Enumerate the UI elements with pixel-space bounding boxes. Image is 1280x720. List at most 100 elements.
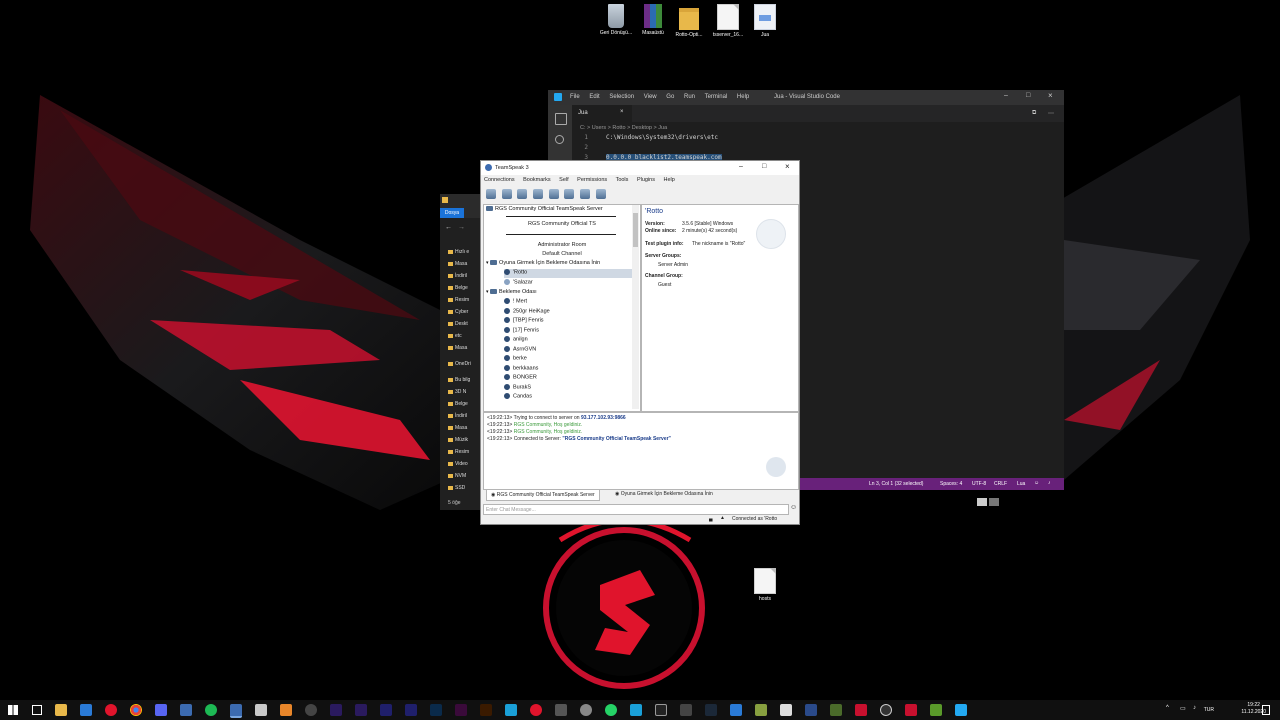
- whatsapp-taskbar-icon[interactable]: [605, 704, 617, 716]
- vscode-titlebar[interactable]: File Edit Selection View Go Run Terminal…: [548, 90, 1064, 105]
- server-log[interactable]: <19:22:13> Trying to connect to server o…: [483, 412, 799, 490]
- client-row[interactable]: [17] Fenris: [504, 327, 539, 336]
- file-explorer-taskbar-icon[interactable]: [55, 704, 67, 716]
- teamspeak-titlebar[interactable]: TeamSpeak 3 – □ ×: [481, 161, 799, 175]
- client-row[interactable]: 'Salazar: [504, 279, 533, 288]
- notifications-icon[interactable]: [1262, 705, 1270, 715]
- client-row[interactable]: berkkaans: [504, 365, 538, 374]
- vscode-taskbar-icon[interactable]: [955, 704, 967, 716]
- media-encoder-taskbar-icon[interactable]: [405, 704, 417, 716]
- app-taskbar-icon[interactable]: [680, 704, 692, 716]
- nav-item[interactable]: etc: [448, 333, 462, 339]
- mute-microphone-icon[interactable]: [517, 189, 528, 199]
- status-cursor-position[interactable]: Ln 3, Col 1 (32 selected): [869, 481, 923, 487]
- server-row[interactable]: RGS Community Official TeamSpeak Server: [486, 206, 603, 215]
- chat-icon[interactable]: [564, 189, 575, 199]
- menu-plugins[interactable]: Plugins: [637, 177, 655, 183]
- maximize-icon[interactable]: □: [762, 163, 766, 170]
- menu-connections[interactable]: Connections: [484, 177, 515, 183]
- client-row[interactable]: BONGER: [504, 374, 537, 383]
- app-taskbar-icon[interactable]: [255, 704, 267, 716]
- app-taskbar-icon[interactable]: [180, 704, 192, 716]
- input-language[interactable]: TUR: [1204, 707, 1214, 713]
- client-row[interactable]: BurakS: [504, 384, 531, 393]
- tab-close-icon[interactable]: ×: [620, 109, 624, 115]
- tab-channel-chat[interactable]: ◉ Oyuna Girmek İçin Bekleme Odasına İnin: [611, 489, 717, 499]
- desktop-icon-tsserver[interactable]: tsserver_16...: [708, 4, 748, 39]
- menu-bookmarks[interactable]: Bookmarks: [523, 177, 551, 183]
- after-effects-taskbar-icon[interactable]: [330, 704, 342, 716]
- windows-start-icon[interactable]: [8, 705, 18, 715]
- app-taskbar-icon[interactable]: [505, 704, 517, 716]
- app-taskbar-icon[interactable]: [880, 704, 892, 716]
- nav-item[interactable]: Belge: [448, 285, 468, 291]
- nav-item[interactable]: Müzik: [448, 437, 468, 443]
- editor-tab-jua[interactable]: Jua ×: [572, 105, 632, 122]
- desktop-icon-recycle-bin[interactable]: Geri Dönüşü...: [596, 4, 636, 37]
- unreal-taskbar-icon[interactable]: [655, 704, 667, 716]
- app-taskbar-icon[interactable]: [755, 704, 767, 716]
- nav-item[interactable]: 3D N: [448, 389, 466, 395]
- desktop-icon-jua[interactable]: Jua: [745, 4, 785, 39]
- default-channel[interactable]: Default Channel: [484, 251, 640, 257]
- menu-tools[interactable]: Tools: [616, 177, 629, 183]
- scrollbar-thumb[interactable]: [633, 213, 638, 247]
- close-icon[interactable]: ×: [1048, 91, 1053, 100]
- more-actions-icon[interactable]: ⋯: [1048, 110, 1054, 117]
- status-encoding[interactable]: UTF-8: [972, 481, 986, 487]
- client-row[interactable]: ! Mert: [504, 298, 527, 307]
- minimize-icon[interactable]: –: [739, 163, 743, 170]
- menu-terminal[interactable]: Terminal: [705, 94, 728, 100]
- nav-item[interactable]: Belge: [448, 401, 468, 407]
- explorer-icon[interactable]: [555, 113, 567, 125]
- nav-item[interactable]: İndiril: [448, 413, 467, 419]
- app-taskbar-icon[interactable]: [805, 704, 817, 716]
- nav-item[interactable]: Cyber: [448, 309, 468, 315]
- file-explorer-window[interactable]: Dosya ← → Hızlı e Masa İndiril Belge Res…: [440, 194, 482, 510]
- status-eol[interactable]: CRLF: [994, 481, 1007, 487]
- steam-taskbar-icon[interactable]: [705, 704, 717, 716]
- photoshop-taskbar-icon[interactable]: [430, 704, 442, 716]
- network-icon[interactable]: ▭: [1180, 705, 1186, 712]
- menu-permissions[interactable]: Permissions: [577, 177, 607, 183]
- emoji-icon[interactable]: ☺: [790, 504, 797, 511]
- illustrator-taskbar-icon[interactable]: [480, 704, 492, 716]
- client-row[interactable]: 250gr HeiKage: [504, 308, 550, 317]
- client-row[interactable]: berke: [504, 355, 527, 364]
- client-row[interactable]: anilgn: [504, 336, 528, 345]
- status-indentation[interactable]: Spaces: 4: [940, 481, 962, 487]
- desktop-icon-masaustu[interactable]: Masaüstü: [633, 4, 673, 37]
- nav-item[interactable]: Deskt: [448, 321, 468, 327]
- app-taskbar-icon[interactable]: [730, 704, 742, 716]
- nav-item[interactable]: SSD: [448, 485, 465, 491]
- audition-taskbar-icon[interactable]: [380, 704, 392, 716]
- tab-server-chat[interactable]: ◉ RGS Community Official TeamSpeak Serve…: [486, 489, 600, 501]
- app-taskbar-icon[interactable]: [780, 704, 792, 716]
- contacts-icon[interactable]: [580, 189, 591, 199]
- nav-item[interactable]: NVM: [448, 473, 466, 479]
- disconnect-icon[interactable]: [501, 189, 512, 199]
- whisper-icon[interactable]: [595, 189, 606, 199]
- task-view-icon[interactable]: [32, 705, 42, 715]
- split-editor-icon[interactable]: ⧉: [1032, 110, 1036, 117]
- nav-item[interactable]: Masa: [448, 345, 467, 351]
- app-taskbar-icon[interactable]: [580, 704, 592, 716]
- discord-taskbar-icon[interactable]: [155, 704, 167, 716]
- client-row[interactable]: Candas: [504, 393, 532, 402]
- menu-selection[interactable]: Selection: [609, 94, 634, 100]
- chrome-taskbar-icon[interactable]: [130, 704, 142, 716]
- tiles-view-icon[interactable]: [989, 498, 999, 506]
- connect-icon[interactable]: [486, 189, 496, 199]
- administrator-room-channel[interactable]: Administrator Room: [484, 242, 640, 248]
- xd-taskbar-icon[interactable]: [455, 704, 467, 716]
- chevron-up-icon[interactable]: ^: [1166, 705, 1169, 711]
- breadcrumb[interactable]: C: > Users > Rotto > Desktop > Jua: [580, 125, 667, 131]
- desktop-icon-rotto-opti[interactable]: Rotto-Opti...: [669, 4, 709, 39]
- app-taskbar-icon[interactable]: [105, 704, 117, 716]
- nav-item[interactable]: Video: [448, 461, 468, 467]
- minimize-icon[interactable]: –: [1004, 92, 1008, 99]
- channel-row[interactable]: ▾ Bekleme Odası: [486, 289, 537, 298]
- volume-icon[interactable]: ♪: [1193, 705, 1196, 711]
- mail-taskbar-icon[interactable]: [80, 704, 92, 716]
- ribbon-tab-file[interactable]: Dosya: [440, 208, 464, 218]
